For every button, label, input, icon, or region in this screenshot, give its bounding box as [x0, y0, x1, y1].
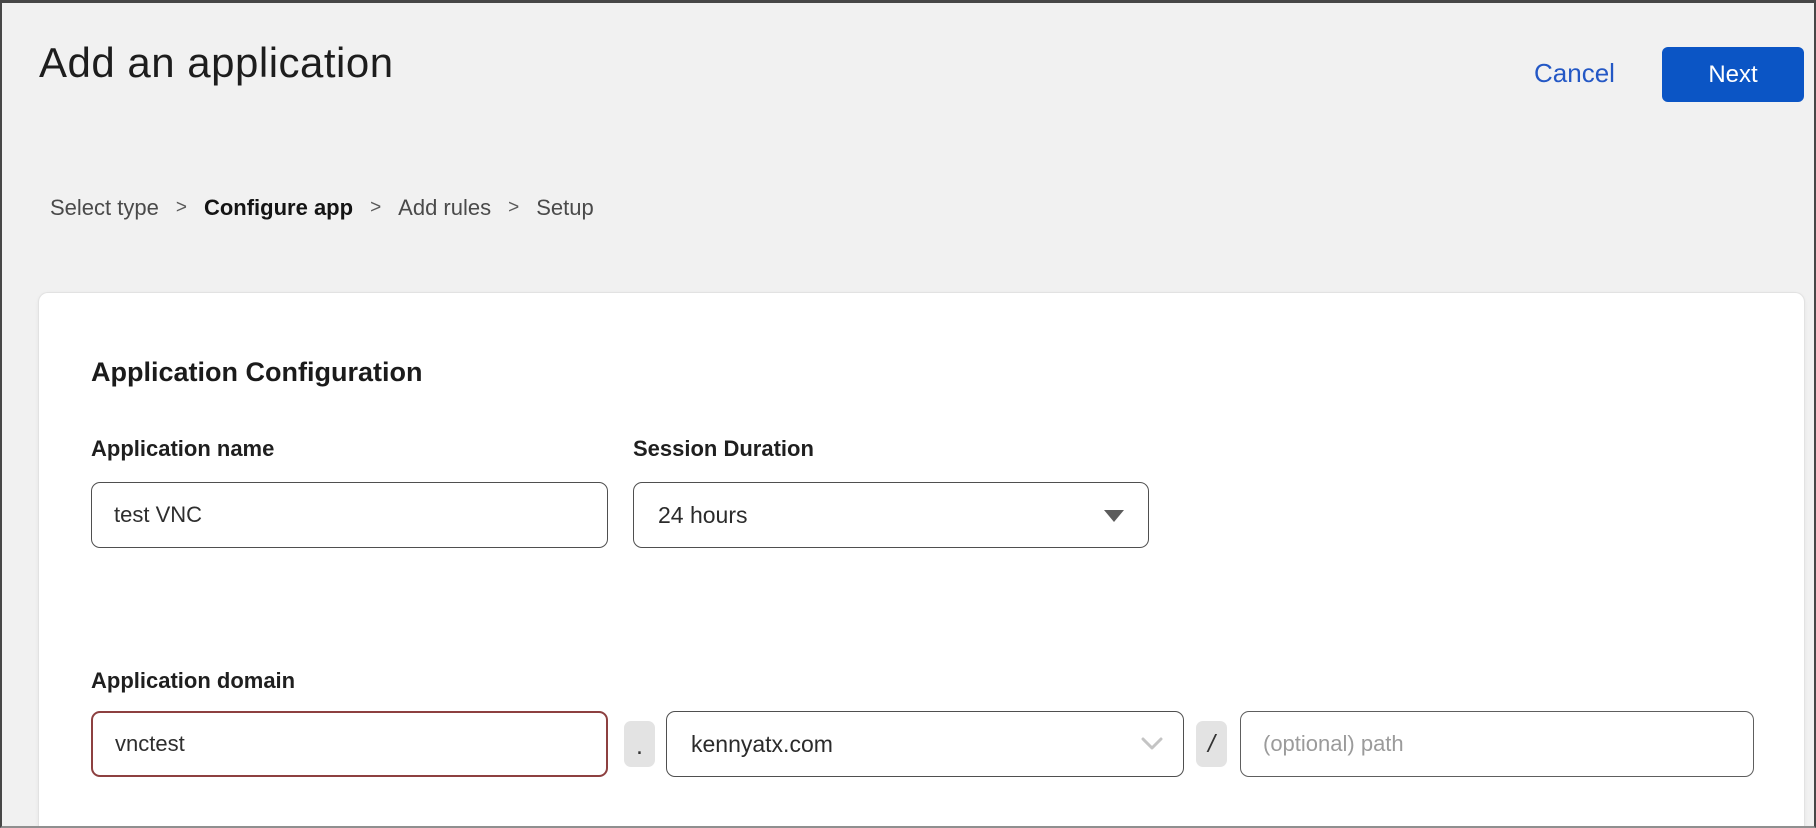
domain-select-value: kennyatx.com: [691, 731, 833, 758]
subdomain-input[interactable]: [91, 711, 608, 777]
application-name-input[interactable]: [91, 482, 608, 548]
session-duration-select[interactable]: 24 hours: [633, 482, 1149, 548]
application-domain-label: Application domain: [91, 668, 295, 694]
path-input[interactable]: [1240, 711, 1754, 777]
breadcrumb-step-select-type[interactable]: Select type: [50, 195, 159, 221]
application-name-label: Application name: [91, 436, 274, 462]
domain-select[interactable]: kennyatx.com: [666, 711, 1184, 777]
breadcrumb-step-setup[interactable]: Setup: [536, 195, 594, 221]
cancel-button[interactable]: Cancel: [1534, 58, 1615, 89]
slash-separator: /: [1196, 721, 1227, 767]
breadcrumb: Select type > Configure app > Add rules …: [50, 195, 594, 221]
session-duration-value: 24 hours: [658, 502, 748, 529]
chevron-down-icon: [1141, 737, 1163, 751]
dropdown-caret-icon: [1104, 510, 1124, 522]
dot-separator: .: [624, 721, 655, 767]
page-title: Add an application: [39, 39, 394, 87]
breadcrumb-separator: >: [508, 197, 519, 219]
next-button[interactable]: Next: [1662, 47, 1804, 102]
breadcrumb-step-configure-app[interactable]: Configure app: [204, 195, 353, 221]
configuration-card: Application Configuration Application na…: [38, 292, 1805, 828]
breadcrumb-separator: >: [176, 197, 187, 219]
breadcrumb-step-add-rules[interactable]: Add rules: [398, 195, 491, 221]
add-application-page: Add an application Cancel Next Select ty…: [0, 0, 1816, 828]
section-heading: Application Configuration: [91, 357, 422, 388]
breadcrumb-separator: >: [370, 197, 381, 219]
session-duration-label: Session Duration: [633, 436, 814, 462]
